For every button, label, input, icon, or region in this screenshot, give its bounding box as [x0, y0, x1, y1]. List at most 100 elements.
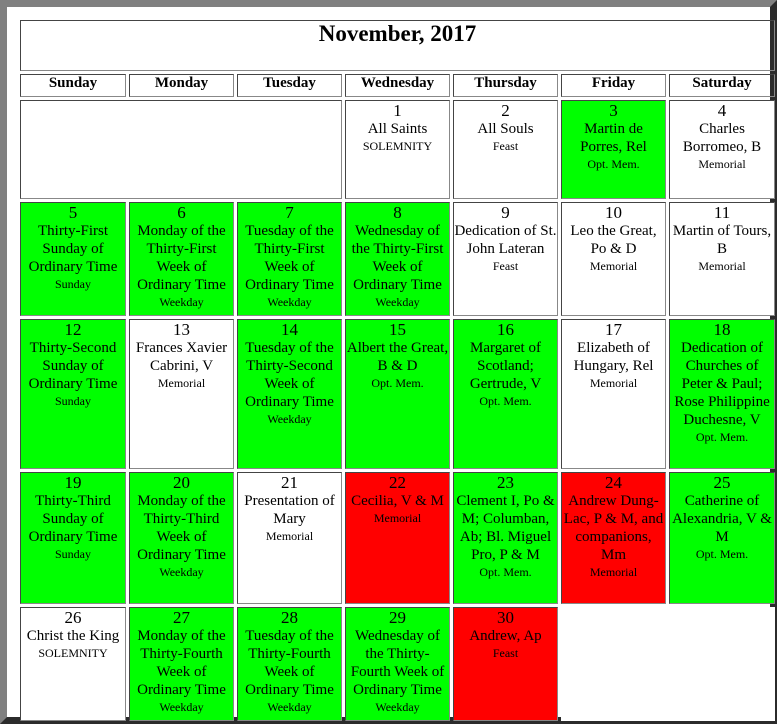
day-cell[interactable]: 4 Charles Borromeo, B Memorial	[669, 100, 776, 199]
day-number: 4	[717, 101, 727, 120]
celebration-name: Wednesday of the Thirty-First Week of Or…	[351, 223, 444, 293]
celebration-name: Andrew Dung-Lac, P & M, and companions, …	[563, 493, 664, 563]
day-cell[interactable]: 23 Clement I, Po & M; Columban, Ab; Bl. M…	[453, 472, 558, 604]
day-cell[interactable]: 13 Frances Xavier Cabrini, V Memorial	[129, 319, 234, 469]
day-cell[interactable]: 15 Albert the Great, B & D Opt. Mem.	[345, 319, 450, 469]
celebration-rank: Sunday	[55, 277, 91, 291]
day-number: 3	[609, 101, 618, 120]
calendar-title: November, 2017	[20, 20, 776, 71]
celebration-rank: Memorial	[265, 529, 314, 543]
celebration-name: All Saints	[367, 121, 428, 137]
celebration-rank: Weekday	[267, 700, 312, 714]
empty-trailing-cell	[561, 607, 776, 721]
celebration-name: Andrew, Ap	[469, 628, 542, 644]
day-number: 28	[281, 608, 298, 627]
celebration-name: Tuesday of the Thirty-First Week of Ordi…	[245, 223, 334, 293]
celebration-name: Elizabeth of Hungary, Rel	[573, 340, 654, 374]
celebration-rank: Memorial	[373, 511, 422, 525]
celebration-name: Leo the Great, Po & D	[570, 223, 657, 257]
celebration-rank: Sunday	[55, 547, 91, 561]
day-cell[interactable]: 17 Elizabeth of Hungary, Rel Memorial	[561, 319, 666, 469]
day-cell[interactable]: 28 Tuesday of the Thirty-Fourth Week of O…	[237, 607, 342, 721]
celebration-rank: Weekday	[159, 700, 204, 714]
celebration-rank: Opt. Mem.	[371, 376, 424, 390]
day-number: 23	[497, 473, 514, 492]
day-number: 8	[393, 203, 402, 222]
day-number: 15	[389, 320, 406, 339]
empty-leading-cell	[20, 100, 342, 199]
celebration-rank: Weekday	[375, 295, 420, 309]
celebration-name: Albert the Great, B & D	[346, 340, 449, 374]
day-cell[interactable]: 26 Christ the King SOLEMNITY	[20, 607, 126, 721]
day-number: 16	[497, 320, 514, 339]
day-cell[interactable]: 29 Wednesday of the Thirty-Fourth Week of…	[345, 607, 450, 721]
celebration-rank: Weekday	[159, 565, 204, 579]
day-cell[interactable]: 24 Andrew Dung-Lac, P & M, and companions…	[561, 472, 666, 604]
celebration-rank: Memorial	[589, 259, 638, 273]
day-cell[interactable]: 19 Thirty-Third Sunday of Ordinary Time Su…	[20, 472, 126, 604]
celebration-name: Presentation of Mary	[244, 493, 335, 527]
day-cell[interactable]: 30 Andrew, Ap Feast	[453, 607, 558, 721]
celebration-rank: Opt. Mem.	[587, 157, 640, 171]
day-cell[interactable]: 1 All Saints SOLEMNITY	[345, 100, 450, 199]
celebration-name: Thirty-First Sunday of Ordinary Time	[28, 223, 118, 275]
celebration-rank: Memorial	[589, 376, 638, 390]
celebration-name: Thirty-Second Sunday of Ordinary Time	[28, 340, 118, 392]
celebration-name: Cecilia, V & M	[351, 493, 444, 509]
day-number: 27	[173, 608, 190, 627]
day-cell[interactable]: 16 Margaret of Scotland; Gertrude, V Opt. …	[453, 319, 558, 469]
celebration-rank: Memorial	[698, 259, 746, 273]
weekday-header-tuesday: Tuesday	[237, 74, 342, 97]
day-cell[interactable]: 3 Martin de Porres, Rel Opt. Mem.	[561, 100, 666, 199]
day-cell[interactable]: 25 Catherine of Alexandria, V & M Opt. Mem…	[669, 472, 776, 604]
day-number: 18	[713, 320, 731, 339]
celebration-rank: Weekday	[267, 295, 312, 309]
celebration-rank: Sunday	[55, 394, 91, 408]
day-cell[interactable]: 20 Monday of the Thirty-Third Week of Ord…	[129, 472, 234, 604]
celebration-name: Wednesday of the Thirty-Fourth Week of O…	[350, 628, 445, 698]
day-number: 5	[68, 203, 78, 222]
day-cell[interactable]: 14 Tuesday of the Thirty-Second Week of O…	[237, 319, 342, 469]
weekday-header-friday: Friday	[561, 74, 666, 97]
day-number: 19	[64, 473, 82, 492]
weekday-header-thursday: Thursday	[453, 74, 558, 97]
day-cell[interactable]: 22 Cecilia, V & M Memorial	[345, 472, 450, 604]
celebration-name: Catherine of Alexandria, V & M	[672, 493, 772, 545]
day-cell[interactable]: 6 Monday of the Thirty-First Week of Ordi…	[129, 202, 234, 316]
celebration-name: Tuesday of the Thirty-Second Week of Ord…	[245, 340, 334, 410]
celebration-name: Martin de Porres, Rel	[580, 121, 647, 155]
day-number: 24	[605, 473, 622, 492]
celebration-name: Martin of Tours, B	[672, 223, 772, 257]
calendar-table: November, 2017 Sunday Monday Tuesday Wed…	[17, 17, 777, 724]
day-cell[interactable]: 11 Martin of Tours, B Memorial	[669, 202, 776, 316]
weekday-header-monday: Monday	[129, 74, 234, 97]
celebration-rank: Feast	[492, 646, 519, 660]
day-number: 20	[173, 473, 190, 492]
day-cell[interactable]: 27 Monday of the Thirty-Fourth Week of Or…	[129, 607, 234, 721]
day-cell[interactable]: 7 Tuesday of the Thirty-First Week of Ord…	[237, 202, 342, 316]
day-cell[interactable]: 21 Presentation of Mary Memorial	[237, 472, 342, 604]
day-number: 12	[64, 320, 82, 339]
day-number: 17	[605, 320, 622, 339]
day-number: 1	[393, 101, 402, 120]
day-cell[interactable]: 8 Wednesday of the Thirty-First Week of O…	[345, 202, 450, 316]
day-number: 7	[285, 203, 294, 222]
day-number: 13	[173, 320, 190, 339]
day-cell[interactable]: 10 Leo the Great, Po & D Memorial	[561, 202, 666, 316]
day-cell[interactable]: 5 Thirty-First Sunday of Ordinary Time Sun…	[20, 202, 126, 316]
celebration-name: Tuesday of the Thirty-Fourth Week of Ord…	[245, 628, 334, 698]
celebration-rank: Opt. Mem.	[695, 547, 749, 561]
celebration-rank: SOLEMNITY	[362, 139, 433, 153]
day-number: 29	[389, 608, 406, 627]
day-number: 30	[497, 608, 514, 627]
day-cell[interactable]: 18 Dedication of Churches of Peter & Paul…	[669, 319, 776, 469]
day-number: 6	[177, 203, 186, 222]
day-cell[interactable]: 2 All Souls Feast	[453, 100, 558, 199]
day-cell[interactable]: 12 Thirty-Second Sunday of Ordinary Time S…	[20, 319, 126, 469]
calendar-frame: November, 2017 Sunday Monday Tuesday Wed…	[0, 0, 777, 724]
day-cell[interactable]: 9 Dedication of St. John Lateran Feast	[453, 202, 558, 316]
day-number: 2	[501, 101, 510, 120]
celebration-rank: Feast	[492, 139, 519, 153]
celebration-name: Margaret of Scotland; Gertrude, V	[469, 340, 542, 392]
celebration-name: All Souls	[477, 121, 534, 137]
